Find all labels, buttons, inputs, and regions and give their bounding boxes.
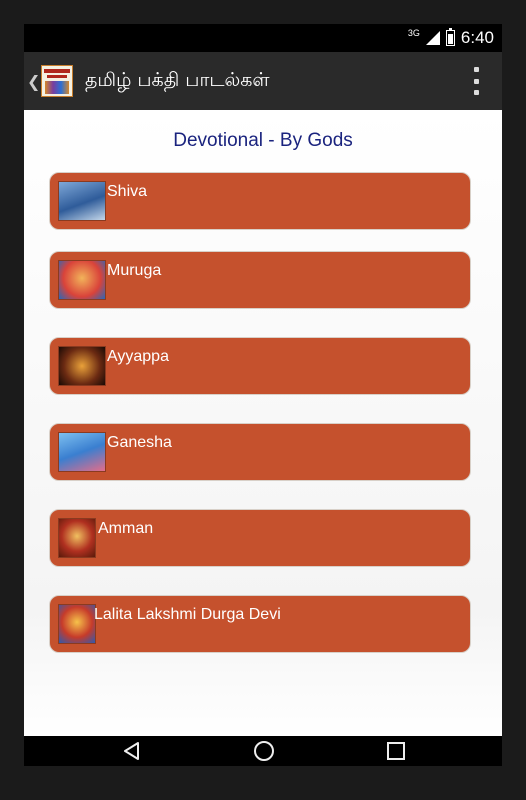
list-item-shiva[interactable]: Shiva — [49, 172, 471, 230]
list-item-muruga[interactable]: Muruga — [49, 251, 471, 309]
muruga-thumbnail-icon — [58, 260, 106, 300]
list-item-ganesha[interactable]: Ganesha — [49, 423, 471, 481]
page-title: Devotional - By Gods — [173, 130, 353, 151]
ayyappa-thumbnail-icon — [58, 346, 106, 386]
list-item-label: Lalita Lakshmi Durga Devi — [94, 606, 281, 623]
shiva-thumbnail-icon — [58, 181, 106, 221]
status-time: 6:40 — [460, 28, 494, 47]
back-icon[interactable] — [102, 736, 162, 766]
home-icon[interactable] — [234, 736, 294, 766]
app-title: தமிழ் பக்தி பாடல்கள் — [85, 68, 270, 91]
battery-icon — [445, 28, 455, 46]
list-item-label: Ganesha — [107, 434, 172, 451]
main-content: Devotional - By Gods Shiva Muruga Ayyapp… — [24, 110, 502, 736]
list-item-label: Muruga — [107, 262, 162, 279]
list-item-amman[interactable]: Amman — [49, 509, 471, 567]
amman-thumbnail-icon — [58, 518, 96, 558]
navigation-bar — [24, 736, 502, 766]
app-logo-icon[interactable] — [41, 65, 73, 97]
network-type: 3G — [407, 28, 420, 38]
action-bar: ❮ தமிழ் பக்தி பாடல்கள் — [24, 52, 502, 110]
list-item-label: Ayyappa — [107, 348, 169, 365]
status-bar: 3G 6:40 — [24, 24, 502, 52]
list-item-devi[interactable]: Lalita Lakshmi Durga Devi — [49, 595, 471, 653]
list-item-label: Shiva — [107, 183, 148, 200]
chevron-left-icon[interactable]: ❮ — [27, 72, 40, 91]
signal-icon — [425, 31, 440, 45]
overflow-menu-icon[interactable] — [474, 67, 480, 95]
devi-thumbnail-icon — [58, 604, 96, 644]
ganesha-thumbnail-icon — [58, 432, 106, 472]
gods-list: Shiva Muruga Ayyappa Ganesha Amman Lalit… — [49, 172, 471, 656]
device-screen: 3G 6:40 ❮ தமிழ் பக்தி பாடல்கள் Devotiona… — [24, 24, 502, 766]
list-item-ayyappa[interactable]: Ayyappa — [49, 337, 471, 395]
list-item-label: Amman — [98, 520, 154, 537]
recents-icon[interactable] — [366, 736, 426, 766]
